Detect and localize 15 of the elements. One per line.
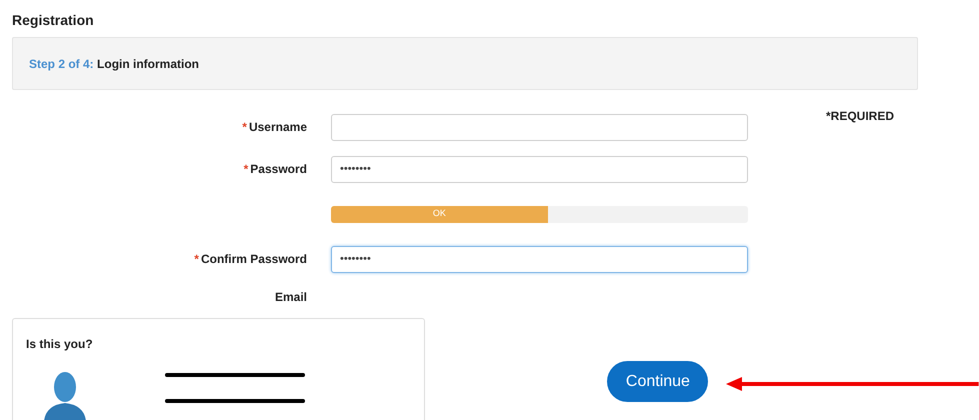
required-note: *REQUIRED	[826, 108, 894, 125]
card-title: Is this you?	[26, 336, 94, 353]
step-indicator: Step 2 of 4: Login information	[29, 56, 200, 72]
input-field[interactable]	[331, 114, 748, 140]
field-label: Email	[274, 290, 307, 304]
password-field[interactable]: ••••••••	[331, 156, 748, 182]
strength-reading: OK	[432, 207, 446, 220]
field-label: * Password	[244, 162, 307, 176]
user-silhouette-icon	[42, 371, 88, 420]
page-title: Registration	[12, 11, 95, 28]
continue-button[interactable]: Continue	[607, 361, 708, 402]
field-label: * Confirm Password	[194, 252, 307, 266]
password-field[interactable]: ••••••••	[331, 246, 748, 272]
pointer-arrow-icon	[726, 377, 979, 391]
field-label: * Username	[242, 120, 307, 134]
